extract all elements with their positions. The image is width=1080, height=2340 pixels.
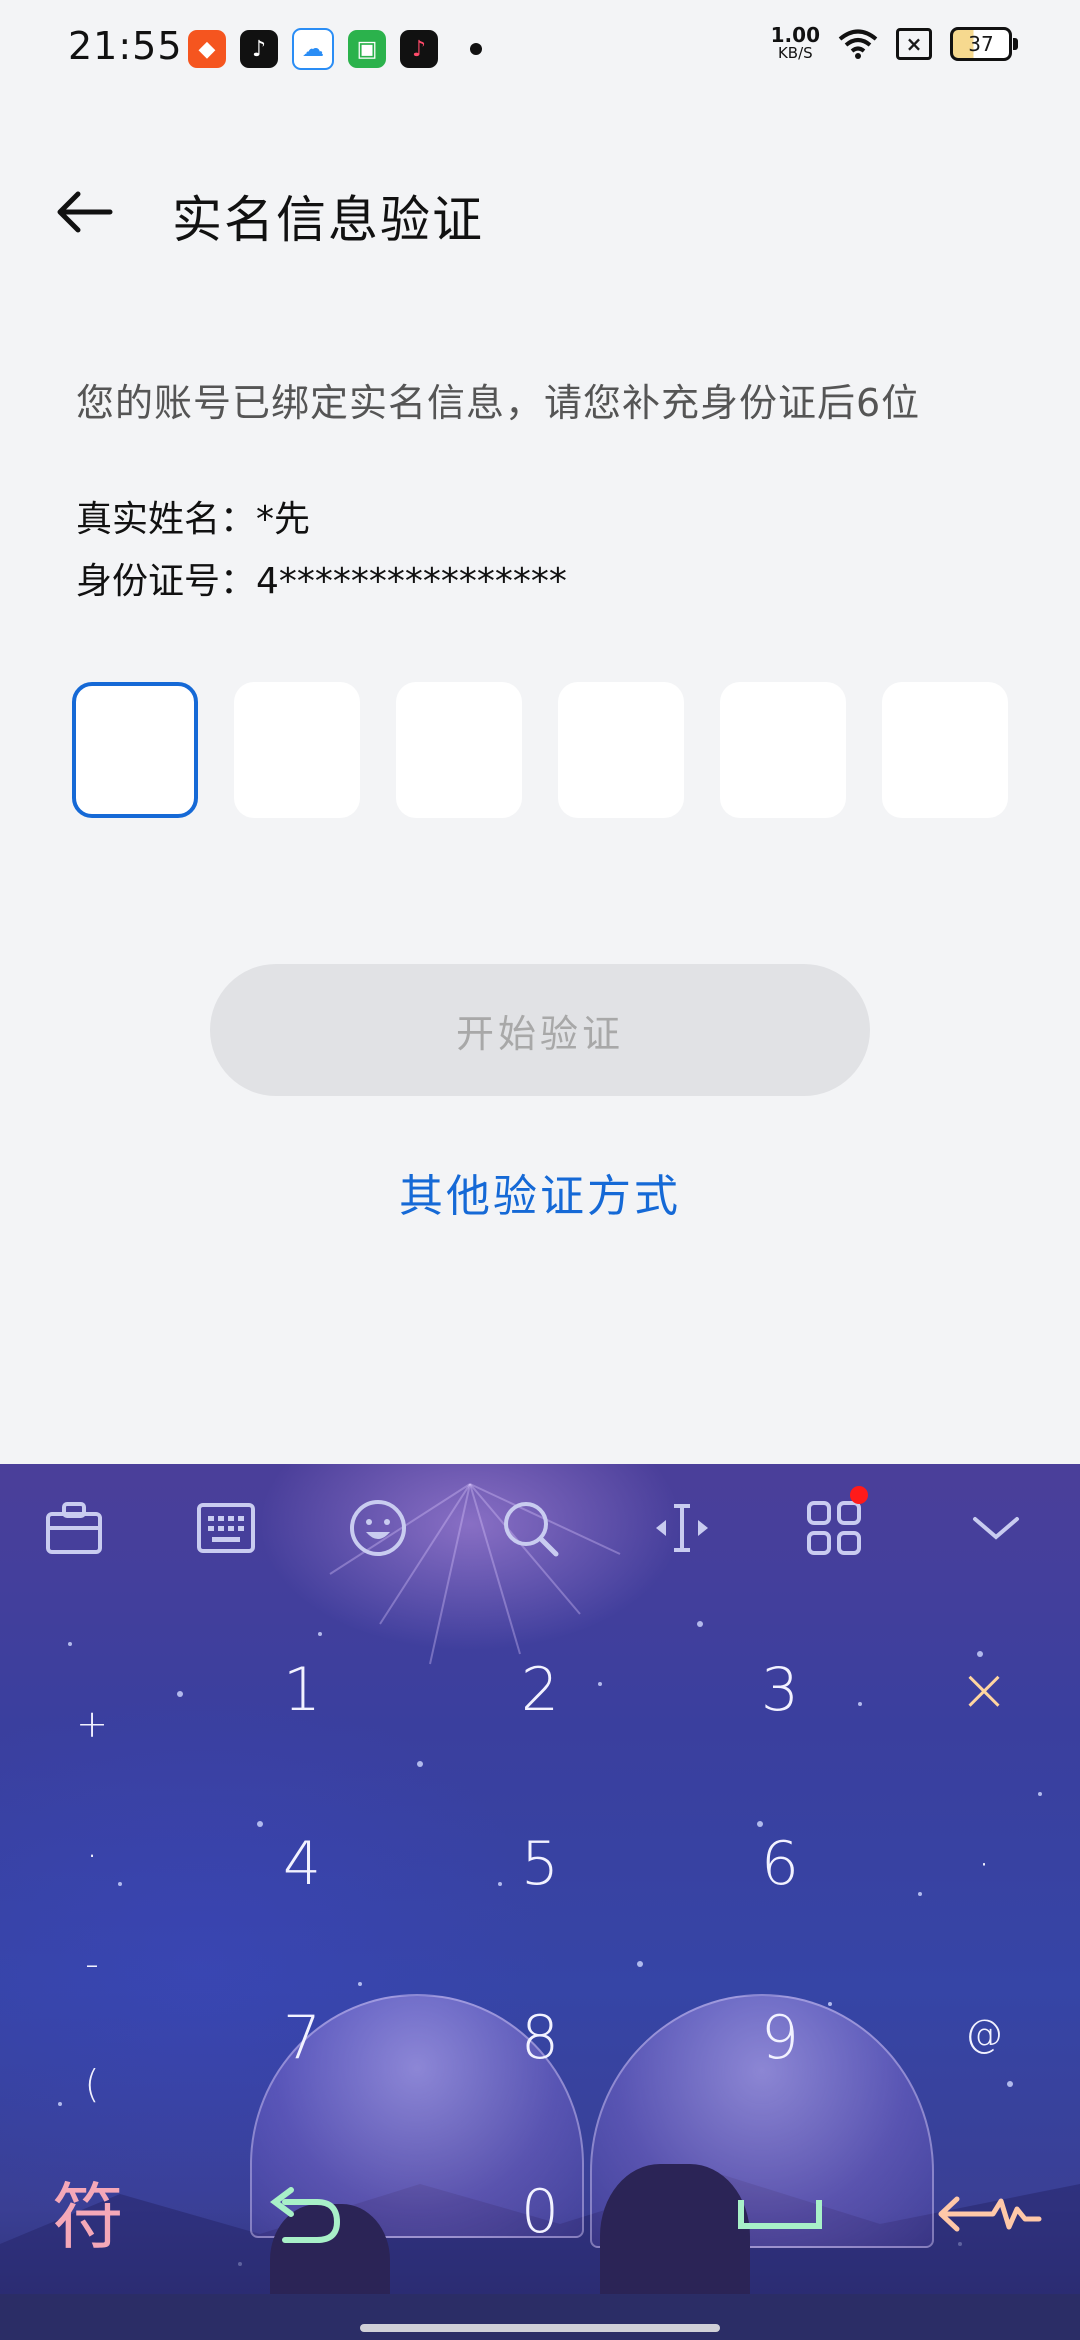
tiktok-icon: ♪ [240, 30, 278, 68]
undo-icon [270, 2187, 341, 2243]
status-right: 1.00 KB/S × 37 [771, 25, 1018, 62]
notification-dot [850, 1486, 868, 1504]
number-keyboard: + . - ( 1 2 3 4 5 6 7 8 9 0 × · @ 符 [0, 1464, 1080, 2340]
dot-key[interactable]: . [42, 1804, 142, 1884]
space-icon [738, 2200, 822, 2229]
id-code-input[interactable] [72, 682, 1008, 818]
minus-key[interactable]: - [42, 1924, 142, 2004]
at-key[interactable]: @ [934, 1994, 1034, 2074]
id-number-row: 身份证号：4**************** [76, 552, 567, 604]
plus-key[interactable]: + [42, 1684, 142, 1764]
start-verify-button[interactable]: 开始验证 [210, 964, 870, 1096]
undo-key[interactable] [250, 2164, 360, 2264]
key-2[interactable]: 2 [450, 1630, 630, 1750]
key-5[interactable]: 5 [450, 1804, 630, 1924]
key-9[interactable]: 9 [690, 1978, 870, 2098]
tiktok-lite-icon: ♪ [400, 30, 438, 68]
cursor-move-icon[interactable] [650, 1496, 714, 1560]
key-7[interactable]: 7 [212, 1978, 392, 2098]
times-key[interactable]: × [934, 1650, 1034, 1730]
key-8[interactable]: 8 [450, 1978, 630, 2098]
middot-key[interactable]: · [934, 1824, 1034, 1904]
keyboard-icon[interactable] [194, 1496, 258, 1560]
symbol-key[interactable]: 符 [38, 2160, 138, 2260]
status-time: 21:55 [68, 24, 183, 68]
keyboard-toolbar [0, 1464, 1080, 1594]
baidu-netdisk-icon: ☁ [292, 28, 334, 70]
notification-icons: ◆ ♪ ☁ ▣ ♪ [188, 28, 482, 70]
bind-hint: 您的账号已绑定实名信息，请您补充身份证后6位 [76, 381, 921, 425]
real-name-value: *先 [256, 499, 311, 540]
home-indicator[interactable] [360, 2324, 720, 2332]
apps-icon[interactable] [802, 1496, 866, 1560]
battery-level: 37 [968, 32, 994, 56]
key-3[interactable]: 3 [690, 1630, 870, 1750]
key-0[interactable]: 0 [450, 2152, 630, 2272]
paren-key[interactable]: ( [42, 2044, 142, 2124]
back-button[interactable] [48, 176, 120, 248]
more-notifications-dot [470, 43, 482, 55]
code-digit-box[interactable] [882, 682, 1008, 818]
collapse-icon[interactable] [964, 1496, 1028, 1560]
status-bar: 21:55 ◆ ♪ ☁ ▣ ♪ 1.00 KB/S × 37 [0, 0, 1080, 96]
space-key[interactable] [720, 2164, 840, 2264]
wechat-mini-icon: ▣ [348, 30, 386, 68]
real-name-row: 真实姓名：*先 [76, 490, 310, 542]
code-digit-box[interactable] [720, 682, 846, 818]
real-name-label: 真实姓名： [76, 499, 257, 540]
key-1[interactable]: 1 [212, 1630, 392, 1750]
code-digit-box[interactable] [396, 682, 522, 818]
other-verify-method-link[interactable]: 其他验证方式 [0, 1160, 1080, 1224]
code-digit-box[interactable] [558, 682, 684, 818]
key-6[interactable]: 6 [690, 1804, 870, 1924]
id-number-value: 4**************** [256, 561, 567, 602]
navigation-bar [0, 2294, 1080, 2340]
emoji-icon[interactable] [346, 1496, 410, 1560]
key-4[interactable]: 4 [212, 1804, 392, 1924]
page-title: 实名信息验证 [172, 191, 484, 249]
id-number-label: 身份证号： [76, 561, 257, 602]
toolbox-icon[interactable] [42, 1496, 106, 1560]
header: 实名信息验证 [0, 160, 1080, 260]
net-speed: 1.00 KB/S [771, 25, 820, 62]
back-arrow-icon [57, 191, 113, 233]
battery-icon: 37 [950, 27, 1018, 61]
search-icon[interactable] [498, 1496, 562, 1560]
taobao-icon: ◆ [188, 30, 226, 68]
backspace-key[interactable] [930, 2164, 1050, 2264]
code-digit-box[interactable] [72, 682, 198, 818]
backspace-icon [938, 2196, 1042, 2232]
code-digit-box[interactable] [234, 682, 360, 818]
no-sim-icon: × [896, 28, 932, 60]
net-speed-unit: KB/S [777, 44, 813, 62]
wifi-icon [838, 29, 878, 59]
